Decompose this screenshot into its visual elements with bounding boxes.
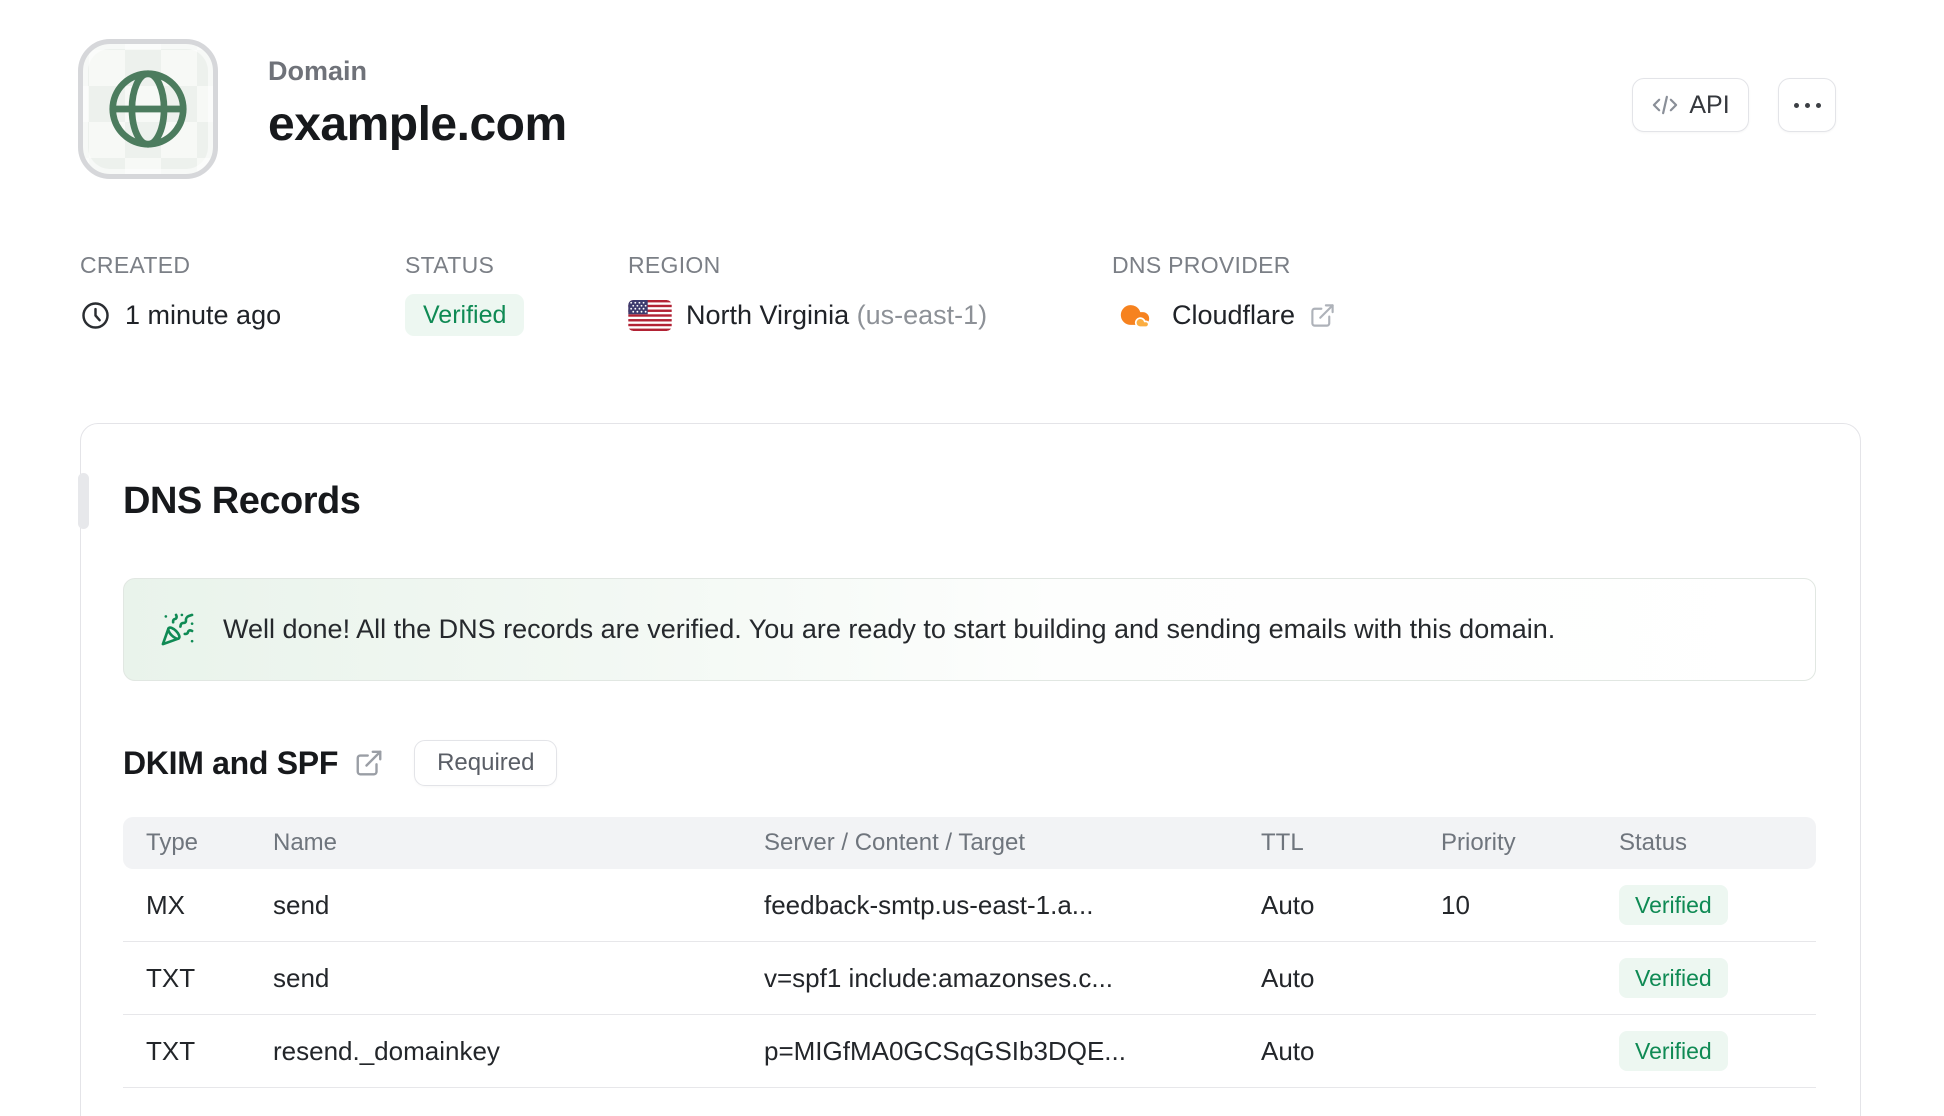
meta-created: CREATED 1 minute ago (80, 252, 281, 336)
cell-type: MX (146, 889, 185, 920)
status-badge: Verified (1619, 885, 1728, 925)
cell-priority: 10 (1441, 889, 1470, 920)
dns-provider-value: Cloudflare (1172, 299, 1296, 330)
meta-dns-provider: DNS PROVIDER Cloudflare (1112, 252, 1336, 336)
domain-avatar (78, 39, 218, 179)
domain-detail-page: Domain example.com API CREATED 1 minute … (0, 0, 1944, 1116)
status-badge: Verified (1619, 1031, 1728, 1071)
col-header-content: Server / Content / Target (764, 829, 1026, 856)
status-badge: Verified (1619, 958, 1728, 998)
meta-region: REGION North Virginia (us-east-1) (628, 252, 987, 336)
cell-status: Verified (1619, 958, 1816, 998)
col-header-status: Status (1619, 829, 1688, 856)
col-header-name: Name (273, 829, 338, 856)
success-banner: Well done! All the DNS records are verif… (123, 578, 1816, 681)
external-link-icon (356, 750, 382, 776)
col-header-priority: Priority (1441, 829, 1516, 856)
dns-records-table: Type Name Server / Content / Target TTL … (123, 817, 1816, 1088)
cell-status: Verified (1619, 885, 1816, 925)
col-header-ttl: TTL (1261, 829, 1304, 856)
cloudflare-icon (1120, 305, 1150, 329)
cell-ttl: Auto (1261, 962, 1315, 993)
cell-name: send (273, 889, 330, 920)
status-label: STATUS (405, 252, 495, 278)
party-popper-icon (161, 613, 194, 646)
region-value: North Virginia (us-east-1) (686, 300, 987, 331)
ellipsis-icon (1793, 102, 1821, 108)
api-button-label: API (1689, 90, 1730, 119)
required-badge: Required (414, 740, 558, 786)
created-value: 1 minute ago (125, 299, 282, 330)
table-row: TXT resend._domainkey p=MIGfMA0GCSqGSIb3… (123, 1015, 1816, 1088)
dns-provider-label: DNS PROVIDER (1112, 252, 1291, 278)
banner-message: Well done! All the DNS records are verif… (223, 614, 1556, 644)
created-label: CREATED (80, 252, 191, 278)
cell-ttl: Auto (1261, 889, 1315, 920)
dkim-spf-heading: DKIM and SPF (123, 744, 339, 781)
dns-records-heading: DNS Records (123, 480, 361, 522)
meta-status: STATUS Verified (405, 252, 525, 336)
api-button[interactable]: API (1632, 78, 1749, 132)
cell-content: p=MIGfMA0GCSqGSIb3DQE... (764, 1035, 1126, 1066)
cell-status: Verified (1619, 1031, 1816, 1071)
code-icon (1653, 95, 1678, 115)
dkim-docs-link[interactable] (354, 748, 384, 778)
table-header-row: Type Name Server / Content / Target TTL … (123, 817, 1816, 869)
table-row: MX send feedback-smtp.us-east-1.a... Aut… (123, 869, 1816, 942)
dns-records-card: DNS Records Well done! All the DNS recor… (78, 423, 1861, 1116)
globe-icon (109, 70, 187, 148)
cell-name: send (273, 962, 330, 993)
cell-content: feedback-smtp.us-east-1.a... (764, 889, 1094, 920)
external-link-icon[interactable] (1309, 302, 1336, 329)
clock-icon (82, 301, 109, 329)
cell-type: TXT (146, 1035, 196, 1066)
cell-type: TXT (146, 962, 196, 993)
status-badge: Verified (405, 294, 525, 336)
cell-name: resend._domainkey (273, 1035, 500, 1066)
col-header-type: Type (146, 829, 199, 856)
us-flag-icon (628, 299, 672, 331)
region-name: North Virginia (686, 299, 850, 330)
region-code: (us-east-1) (856, 299, 988, 330)
page-title: example.com (268, 98, 567, 151)
table-row: TXT send v=spf1 include:amazonses.c... A… (123, 942, 1816, 1015)
more-button[interactable] (1778, 78, 1836, 132)
cell-ttl: Auto (1261, 1035, 1315, 1066)
dkim-spf-section-header: DKIM and SPF Required (123, 739, 558, 787)
card-notch (78, 473, 89, 529)
region-label: REGION (628, 252, 721, 278)
page-kicker: Domain (268, 56, 368, 86)
cell-content: v=spf1 include:amazonses.c... (764, 962, 1114, 993)
